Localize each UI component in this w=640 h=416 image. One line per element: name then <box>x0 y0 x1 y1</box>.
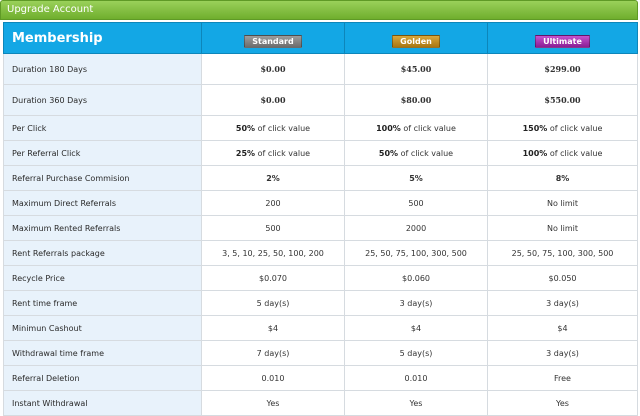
value-cell: 50% of click value <box>201 115 345 141</box>
row-label: Maximum Direct Referrals <box>3 190 202 216</box>
table-row: Maximum Direct Referrals 200 500 No limi… <box>3 190 638 216</box>
plan-header-golden: Golden <box>344 22 488 54</box>
table-row: Referral Deletion 0.010 0.010 Free <box>3 365 638 391</box>
plan-header-standard: Standard <box>201 22 345 54</box>
panel-title: Upgrade Account <box>7 4 94 15</box>
value-bold: 100% <box>376 123 401 133</box>
value-cell: 2% <box>201 165 345 191</box>
value-cell: $4 <box>487 315 638 341</box>
standard-plan-badge[interactable]: Standard <box>244 34 302 48</box>
value-rest: of click value <box>400 123 456 133</box>
value-bold: 50% <box>235 123 256 133</box>
value-cell: 5 day(s) <box>344 340 488 366</box>
value-cell: 150% of click value <box>487 115 638 141</box>
value-bold: 150% <box>522 123 548 133</box>
value-cell: 25, 50, 75, 100, 300, 500 <box>487 240 638 266</box>
value-rest: of click value <box>255 148 311 158</box>
value-cell: Yes <box>487 390 638 416</box>
table-row: Per Referral Click 25% of click value 50… <box>3 140 638 166</box>
row-label: Per Click <box>3 115 202 141</box>
price-cell: $45.00 <box>344 53 488 85</box>
value-cell: 100% of click value <box>344 115 488 141</box>
row-label: Rent time frame <box>3 290 202 316</box>
row-label: Referral Deletion <box>3 365 202 391</box>
price-cell: $0.00 <box>201 84 345 116</box>
value-rest: of click value <box>255 123 311 133</box>
value-bold: 100% <box>522 148 548 158</box>
value-cell: 3 day(s) <box>487 290 638 316</box>
row-label: Instant Withdrawal <box>3 390 202 416</box>
ultimate-plan-badge[interactable]: Ultimate <box>535 34 590 48</box>
row-label: Duration 180 Days <box>3 53 202 85</box>
value-cell: 3, 5, 10, 25, 50, 100, 200 <box>201 240 345 266</box>
value-cell: 3 day(s) <box>344 290 488 316</box>
value-cell: 2000 <box>344 215 488 241</box>
value-bold: 50% <box>378 148 399 158</box>
value-rest: of click value <box>547 123 603 133</box>
price-cell: $550.00 <box>487 84 638 116</box>
value-cell: Yes <box>344 390 488 416</box>
table-row: Instant Withdrawal Yes Yes Yes <box>3 390 638 416</box>
value-cell: $0.050 <box>487 265 638 291</box>
value-cell: Yes <box>201 390 345 416</box>
value-cell: 25% of click value <box>201 140 345 166</box>
price-cell: $0.00 <box>201 53 345 85</box>
table-row: Withdrawal time frame 7 day(s) 5 day(s) … <box>3 340 638 366</box>
value-cell: 500 <box>344 190 488 216</box>
table-row: Duration 180 Days $0.00 $45.00 $299.00 <box>3 53 638 85</box>
row-label: Withdrawal time frame <box>3 340 202 366</box>
table-row: Per Click 50% of click value 100% of cli… <box>3 115 638 141</box>
value-cell: $4 <box>344 315 488 341</box>
price-cell: $80.00 <box>344 84 488 116</box>
value-cell: No limit <box>487 215 638 241</box>
row-label: Recycle Price <box>3 265 202 291</box>
value-rest: of click value <box>547 148 603 158</box>
value-cell: 200 <box>201 190 345 216</box>
row-label: Duration 360 Days <box>3 84 202 116</box>
value-bold: 25% <box>235 148 256 158</box>
value-cell: 8% <box>487 165 638 191</box>
row-label: Minimun Cashout <box>3 315 202 341</box>
table-row: Maximum Rented Referrals 500 2000 No lim… <box>3 215 638 241</box>
row-label: Maximum Rented Referrals <box>3 215 202 241</box>
row-label: Referral Purchase Commision <box>3 165 202 191</box>
value-cell: No limit <box>487 190 638 216</box>
table-row: Recycle Price $0.070 $0.060 $0.050 <box>3 265 638 291</box>
table-row: Referral Purchase Commision 2% 5% 8% <box>3 165 638 191</box>
golden-plan-badge[interactable]: Golden <box>392 34 440 48</box>
membership-comparison-table: Membership Standard Golden Ultimate Dura… <box>3 22 638 416</box>
table-row: Minimun Cashout $4 $4 $4 <box>3 315 638 341</box>
table-row: Rent time frame 5 day(s) 3 day(s) 3 day(… <box>3 290 638 316</box>
value-cell: $0.070 <box>201 265 345 291</box>
table-row: Rent Referrals package 3, 5, 10, 25, 50,… <box>3 240 638 266</box>
value-cell: 0.010 <box>344 365 488 391</box>
table-header-row: Membership Standard Golden Ultimate <box>3 22 638 54</box>
plan-header-ultimate: Ultimate <box>487 22 638 54</box>
row-label: Rent Referrals package <box>3 240 202 266</box>
value-cell: 5% <box>344 165 488 191</box>
price-cell: $299.00 <box>487 53 638 85</box>
value-rest: of click value <box>398 148 454 158</box>
value-cell: $0.060 <box>344 265 488 291</box>
value-cell: 5 day(s) <box>201 290 345 316</box>
value-cell: 25, 50, 75, 100, 300, 500 <box>344 240 488 266</box>
value-cell: 3 day(s) <box>487 340 638 366</box>
value-cell: $4 <box>201 315 345 341</box>
table-row: Duration 360 Days $0.00 $80.00 $550.00 <box>3 84 638 116</box>
value-cell: 500 <box>201 215 345 241</box>
value-cell: 7 day(s) <box>201 340 345 366</box>
value-cell: 0.010 <box>201 365 345 391</box>
value-cell: 100% of click value <box>487 140 638 166</box>
value-cell: Free <box>487 365 638 391</box>
panel-titlebar: Upgrade Account <box>0 0 638 20</box>
membership-heading: Membership <box>3 22 202 54</box>
value-cell: 50% of click value <box>344 140 488 166</box>
row-label: Per Referral Click <box>3 140 202 166</box>
